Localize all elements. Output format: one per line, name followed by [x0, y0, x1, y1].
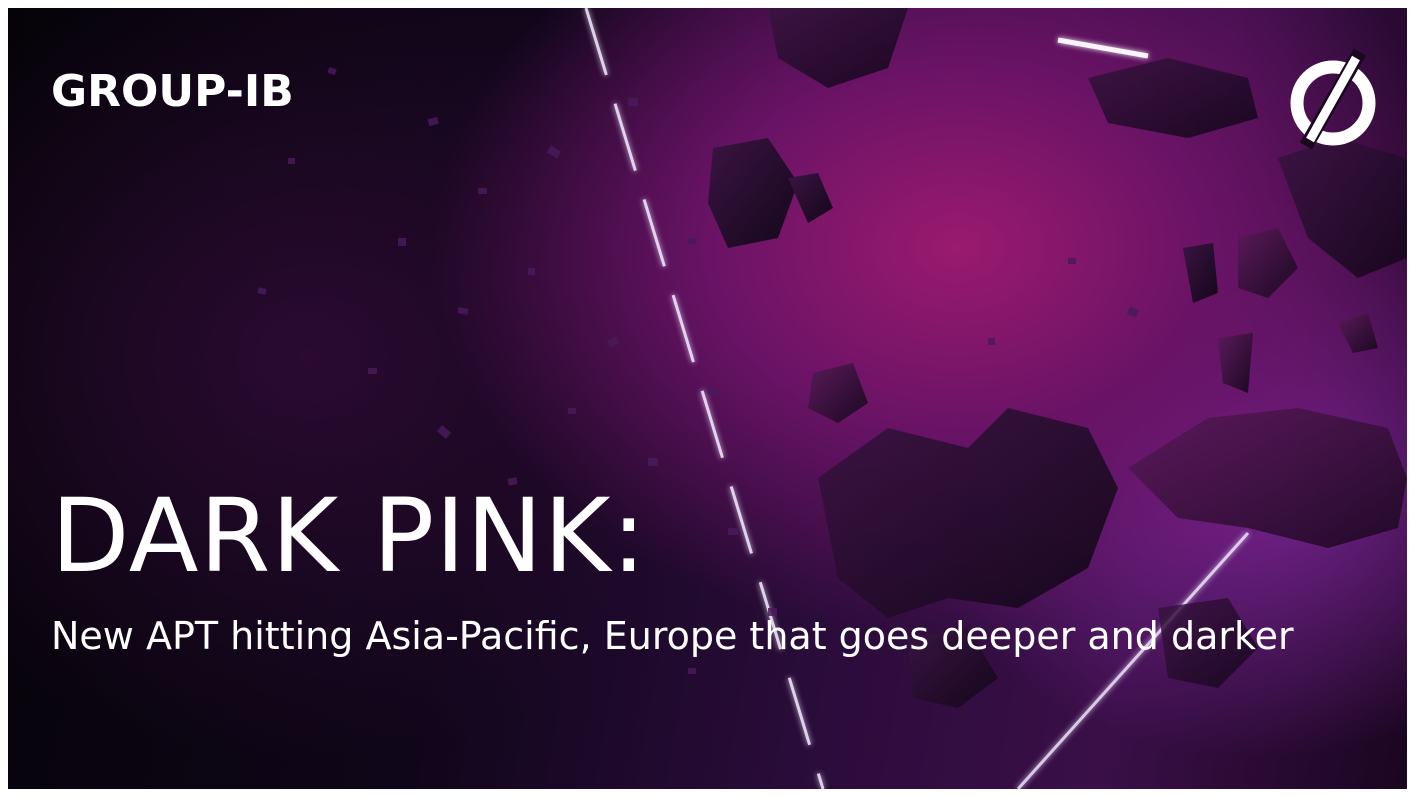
headline: DARK PINK: — [51, 477, 647, 596]
group-ib-logo-icon — [1290, 48, 1376, 150]
background-artwork — [257, 8, 1407, 789]
hero-banner: GROUP-IB DARK PINK: New APT hitting Asia… — [8, 8, 1407, 789]
group-ib-wordmark: GROUP-IB — [51, 66, 294, 117]
subheadline: New APT hitting Asia-Pacific, Europe tha… — [51, 614, 1294, 658]
